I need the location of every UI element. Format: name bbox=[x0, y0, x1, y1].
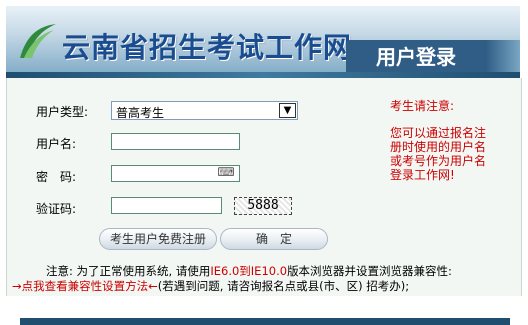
footnote-suffix: 版本浏览器并设置浏览器兼容性: bbox=[287, 264, 452, 278]
captcha-image[interactable]: 5888 bbox=[234, 197, 292, 215]
chevron-down-icon[interactable]: ▼ bbox=[279, 103, 296, 118]
footnote-help-suffix: (若遇到问题, 请咨询报名点或县(市、区) 招考办); bbox=[157, 279, 410, 293]
keyboard-icon[interactable]: ⌨ bbox=[216, 166, 236, 179]
compatibility-help-link[interactable]: →点我查看兼容性设置方法← bbox=[12, 279, 158, 293]
captcha-input[interactable] bbox=[111, 197, 222, 214]
footnote-line2: →点我查看兼容性设置方法←(若遇到问题, 请咨询报名点或县(市、区) 招考办); bbox=[12, 278, 409, 294]
register-button[interactable]: 考生用户免费注册 bbox=[99, 228, 217, 250]
banner-tail bbox=[486, 40, 520, 74]
notice-body: 您可以通过报名注册时使用的用户名或考号作为用户名登录工作网! bbox=[390, 126, 487, 182]
username-label: 用户名: bbox=[36, 137, 77, 151]
footnote-prefix: 注意: 为了正常使用系统, 请使用 bbox=[46, 264, 211, 278]
user-type-label: 用户类型: bbox=[36, 105, 89, 119]
user-type-value: 普高考生 bbox=[116, 106, 165, 120]
bottom-bar bbox=[20, 318, 510, 325]
section-title: 用户登录 bbox=[346, 40, 486, 74]
username-input[interactable] bbox=[111, 133, 240, 150]
site-title: 云南省招生考试工作网 bbox=[62, 31, 353, 64]
footnote-line1: 注意: 为了正常使用系统, 请使用IE6.0到IE10.0版本浏览器并设置浏览器… bbox=[46, 263, 452, 279]
captcha-label: 验证码: bbox=[36, 202, 77, 216]
user-type-select[interactable]: 普高考生 ▼ bbox=[111, 101, 298, 120]
confirm-button[interactable]: 确 定 bbox=[220, 228, 328, 250]
password-label: 密 码: bbox=[36, 170, 77, 184]
notice-title: 考生请注意: bbox=[390, 99, 455, 113]
logo-swoosh-icon bbox=[20, 24, 56, 58]
footnote-browsers: IE6.0到IE10.0 bbox=[210, 264, 288, 278]
header-banner: 云南省招生考试工作网 用户登录 bbox=[6, 6, 520, 78]
